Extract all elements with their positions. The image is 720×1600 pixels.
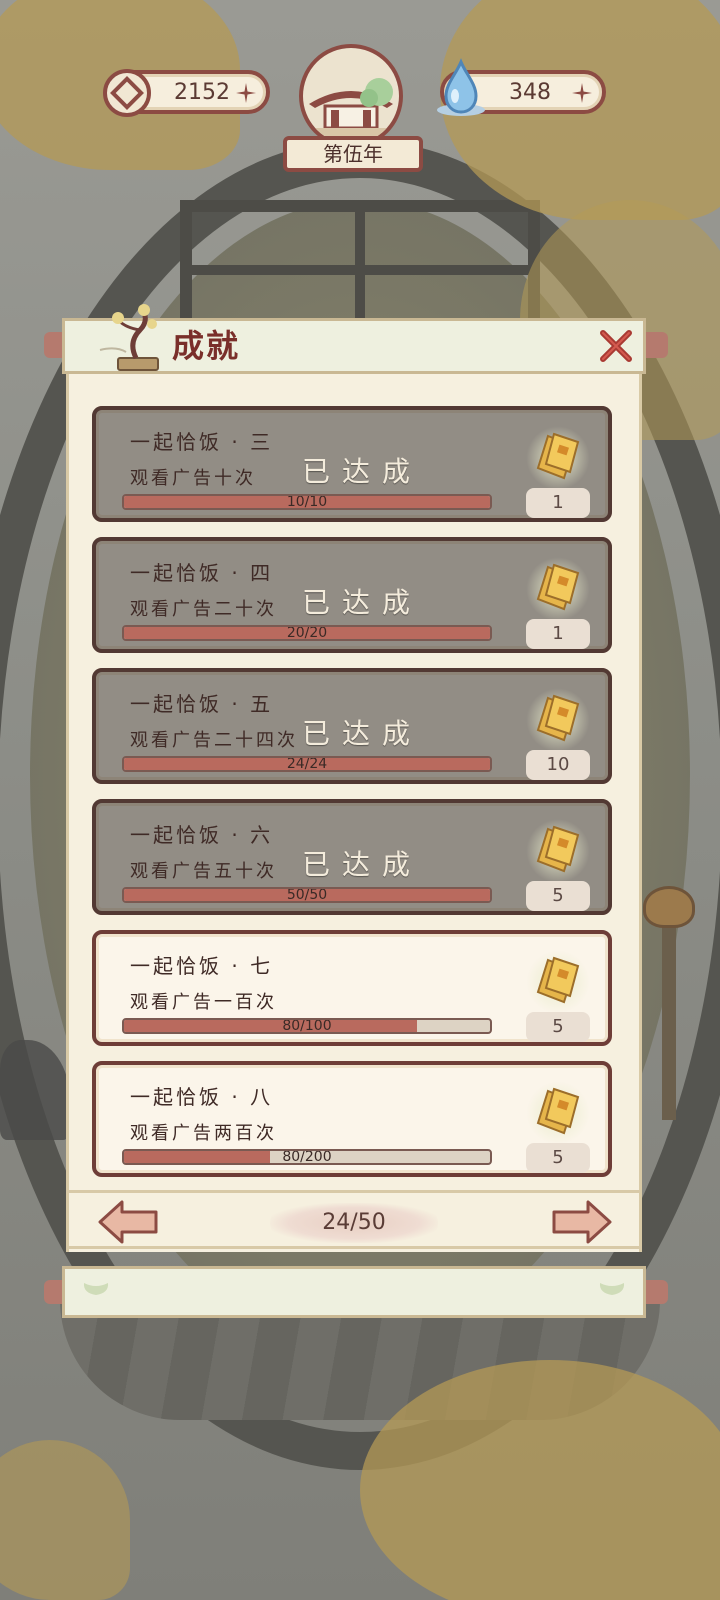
progress-bar: 80/200 bbox=[122, 1149, 492, 1165]
achievement-title: 一起恰饭 · 四 bbox=[130, 561, 274, 585]
progress-bar: 20/20 bbox=[122, 625, 492, 641]
progress-bar: 50/50 bbox=[122, 887, 492, 903]
ticket-icon bbox=[534, 692, 582, 748]
coin-counter: 2152 bbox=[103, 69, 270, 117]
achievement-description: 观看广告十次 bbox=[130, 468, 256, 489]
achievement-card[interactable]: 一起恰饭 · 六观看广告五十次 50/50 5 已达成 bbox=[92, 799, 612, 915]
next-page-button[interactable] bbox=[550, 1198, 614, 1246]
divider bbox=[66, 1190, 642, 1193]
achievement-card[interactable]: 一起恰饭 · 八观看广告两百次 80/200 5 bbox=[92, 1061, 612, 1177]
achievement-card[interactable]: 一起恰饭 · 七观看广告一百次 80/100 5 bbox=[92, 930, 612, 1046]
progress-bar: 80/100 bbox=[122, 1018, 492, 1034]
reward-count: 5 bbox=[526, 1143, 590, 1173]
progress-text: 80/200 bbox=[282, 1149, 332, 1165]
coin-value: 2152 bbox=[174, 80, 230, 105]
achievement-title: 一起恰饭 · 八 bbox=[130, 1085, 274, 1109]
completed-label: 已达成 bbox=[302, 848, 423, 881]
water-drop-icon bbox=[434, 58, 488, 116]
progress-text: 50/50 bbox=[286, 887, 328, 903]
arrow-left-icon bbox=[98, 1200, 158, 1244]
progress-bar: 10/10 bbox=[122, 494, 492, 510]
lotus-lantern-icon bbox=[643, 886, 695, 928]
pavilion-icon bbox=[299, 44, 403, 148]
ticket-icon bbox=[534, 561, 582, 617]
add-coins-button[interactable] bbox=[232, 79, 260, 107]
progress-text: 24/24 bbox=[286, 756, 328, 772]
reward-count: 5 bbox=[526, 1012, 590, 1042]
achievement-card[interactable]: 一起恰饭 · 五观看广告二十四次 24/24 10 已达成 bbox=[92, 668, 612, 784]
year-badge: 第伍年 bbox=[283, 40, 423, 174]
add-water-button[interactable] bbox=[568, 79, 596, 107]
page-counter: 24/50 bbox=[270, 1203, 438, 1243]
reward-count: 1 bbox=[526, 619, 590, 649]
ginkgo-leaf-icon bbox=[599, 1283, 625, 1303]
achievement-description: 观看广告两百次 bbox=[130, 1123, 277, 1144]
water-counter: 348 bbox=[437, 58, 606, 116]
coin-icon bbox=[100, 66, 154, 120]
ticket-icon bbox=[534, 430, 582, 486]
progress-text: 80/100 bbox=[282, 1018, 332, 1034]
progress-text: 10/10 bbox=[286, 494, 328, 510]
achievement-description: 观看广告一百次 bbox=[130, 992, 277, 1013]
achievement-title: 一起恰饭 · 五 bbox=[130, 692, 274, 716]
completed-label: 已达成 bbox=[302, 455, 423, 488]
ginkgo-leaf-icon bbox=[83, 1283, 109, 1303]
reward-count: 1 bbox=[526, 488, 590, 518]
close-button[interactable] bbox=[596, 326, 636, 366]
panel-title: 成就 bbox=[172, 327, 241, 365]
achievement-title: 一起恰饭 · 六 bbox=[130, 823, 274, 847]
divider bbox=[66, 1246, 642, 1249]
achievement-card[interactable]: 一起恰饭 · 三观看广告十次 10/10 1 已达成 bbox=[92, 406, 612, 522]
bonsai-icon bbox=[96, 302, 166, 378]
achievement-description: 观看广告二十次 bbox=[130, 599, 277, 620]
close-icon bbox=[600, 330, 632, 362]
previous-page-button[interactable] bbox=[96, 1198, 160, 1246]
ticket-icon bbox=[534, 823, 582, 879]
completed-label: 已达成 bbox=[302, 586, 423, 619]
achievement-title: 一起恰饭 · 三 bbox=[130, 430, 274, 454]
achievement-title: 一起恰饭 · 七 bbox=[130, 954, 274, 978]
ticket-icon bbox=[534, 954, 582, 1010]
plus-icon bbox=[236, 83, 256, 103]
progress-bar: 24/24 bbox=[122, 756, 492, 772]
completed-label: 已达成 bbox=[302, 717, 423, 750]
year-label: 第伍年 bbox=[283, 136, 423, 172]
water-value: 348 bbox=[509, 80, 551, 105]
ticket-icon bbox=[534, 1085, 582, 1141]
reward-count: 10 bbox=[526, 750, 590, 780]
arrow-right-icon bbox=[552, 1200, 612, 1244]
panel-footer bbox=[62, 1266, 646, 1318]
progress-text: 20/20 bbox=[286, 625, 328, 641]
achievement-description: 观看广告二十四次 bbox=[130, 730, 298, 751]
plus-icon bbox=[572, 83, 592, 103]
achievement-card[interactable]: 一起恰饭 · 四观看广告二十次 20/20 1 已达成 bbox=[92, 537, 612, 653]
achievement-description: 观看广告五十次 bbox=[130, 861, 277, 882]
reward-count: 5 bbox=[526, 881, 590, 911]
